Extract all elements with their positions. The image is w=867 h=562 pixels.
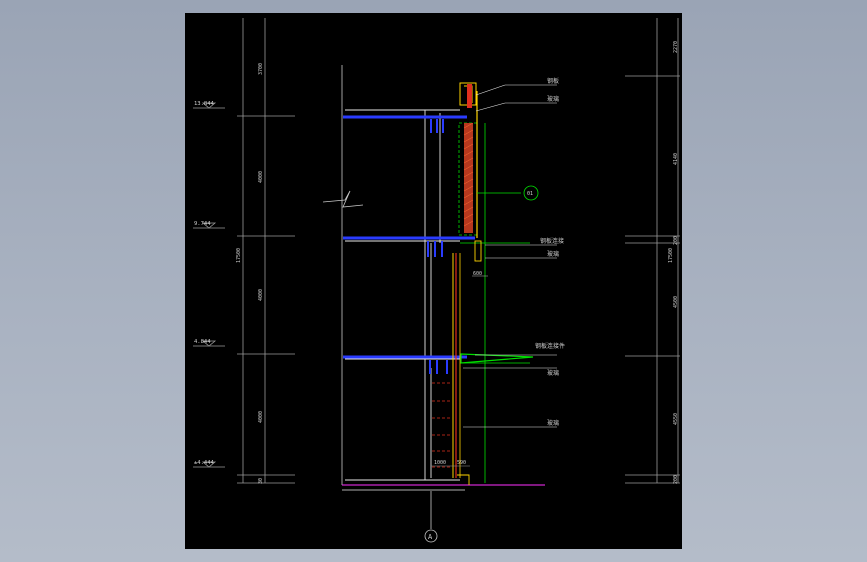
callout-low3: 玻璃	[547, 419, 559, 427]
dim-left-4: 4000	[258, 411, 264, 423]
callout-top2: 玻璃	[547, 95, 559, 103]
cad-drawing-sheet: 3700 4000 4000 4000 30 17500 13.844 9.74…	[185, 13, 682, 549]
break-line	[322, 65, 364, 485]
callout-top1: 钢板	[547, 77, 559, 85]
dim-left-1: 3700	[258, 63, 264, 75]
level-3: 4.844	[194, 339, 211, 345]
dim-left-3: 4000	[258, 289, 264, 301]
callout-mid1: 钢板连接	[540, 237, 564, 245]
callout-low1: 钢板连接件	[535, 342, 565, 350]
dim-left-2: 4000	[258, 171, 264, 183]
dim-left-total: 17500	[236, 248, 242, 263]
dim-bottom-1: 1000	[434, 460, 446, 466]
floor-slabs	[343, 115, 475, 359]
dim-right-3: 200	[673, 236, 679, 245]
dim-right-total: 17500	[668, 248, 674, 263]
canopy-fin	[460, 353, 534, 364]
parapet-red	[467, 84, 472, 108]
dim-right-5: 4550	[673, 413, 679, 425]
detail-number: 01	[527, 191, 533, 197]
level-4: ±4.444	[194, 460, 215, 466]
dim-right-1: 2270	[673, 41, 679, 53]
level-markers	[193, 102, 225, 468]
building-outline	[345, 109, 460, 481]
level-1: 13.844	[194, 101, 215, 107]
dim-left-5: 30	[258, 478, 264, 484]
dim-right-6: 200	[673, 475, 679, 484]
dim-bottom-2: 590	[457, 460, 466, 466]
lower-mullions	[452, 253, 461, 478]
section-drawing: 3700 4000 4000 4000 30 17500 13.844 9.74…	[193, 18, 680, 543]
level-2: 9.744	[194, 221, 211, 227]
axis-label: A	[428, 533, 433, 541]
mid-anchor	[474, 240, 482, 262]
left-dimension-chain	[237, 18, 295, 484]
left-dim-texts: 3700 4000 4000 4000 30 17500	[236, 63, 264, 484]
callout-low2: 玻璃	[547, 369, 559, 377]
dim-right-2: 4140	[673, 153, 679, 165]
dim-right-4: 4500	[673, 296, 679, 308]
lower-bay-rungs	[432, 382, 451, 468]
callout-mid2: 玻璃	[547, 250, 559, 258]
upper-glass-panel	[463, 91, 478, 238]
